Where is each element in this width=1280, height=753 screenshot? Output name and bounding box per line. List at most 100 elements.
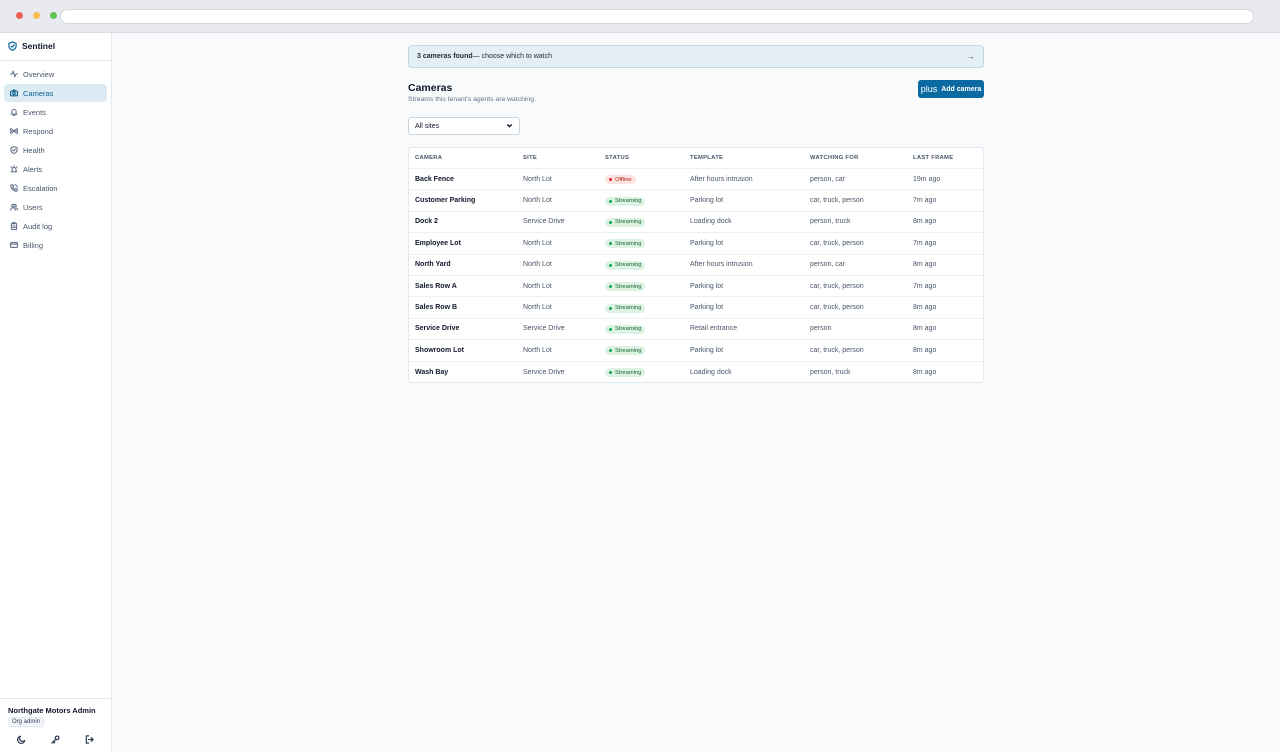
camera-template: Parking lot (690, 239, 724, 247)
camera-watching-for: car, truck, person (810, 346, 864, 354)
status-badge: Streaming (605, 239, 646, 249)
address-bar[interactable] (60, 9, 1254, 24)
table-row[interactable]: Showroom Lot North Lot Streaming Parking lo… (409, 340, 983, 362)
sidebar-item-health[interactable]: Health (4, 141, 107, 159)
camera-site: North Lot (523, 282, 552, 290)
table-row[interactable]: Wash Bay Service Drive Streaming Loading do… (409, 362, 983, 382)
camera-name[interactable]: Sales Row B (415, 304, 457, 311)
camera-site: North Lot (523, 239, 552, 247)
table-row[interactable]: Customer Parking North Lot Streaming Parkin… (409, 190, 983, 212)
moon-icon (17, 735, 26, 744)
camera-watching-for: person, truck (810, 368, 851, 376)
status-badge: Streaming (605, 368, 646, 378)
site-filter-select[interactable]: All sites (408, 117, 520, 135)
camera-last-frame: 8m ago (913, 304, 937, 312)
sidebar-item-events[interactable]: Events (4, 103, 107, 121)
window-maximize-button[interactable] (50, 12, 57, 19)
sidebar-item-respond[interactable]: Respond (4, 122, 107, 140)
column-header-site[interactable]: Site (523, 155, 537, 161)
camera-name[interactable]: Employee Lot (415, 240, 461, 247)
table-row[interactable]: Sales Row B North Lot Streaming Parking lot… (409, 297, 983, 319)
sidebar-item-cameras[interactable]: Cameras (4, 84, 107, 102)
camera-template: Loading dock (690, 368, 732, 376)
camera-template: After hours intrusion (690, 175, 753, 183)
status-label: Streaming (615, 347, 642, 354)
brand[interactable]: Sentinel (8, 41, 55, 51)
camera-name[interactable]: Wash Bay (415, 369, 448, 376)
camera-site: Service Drive (523, 368, 565, 376)
camera-last-frame: 8m ago (913, 368, 937, 376)
status-badge: Streaming (605, 260, 646, 270)
page-subtitle: Streams this tenant's agents are watchin… (408, 96, 536, 103)
discovery-banner[interactable]: 3 cameras found — choose which to watch … (408, 45, 984, 68)
sidebar-item-users[interactable]: Users (4, 198, 107, 216)
sidebar-item-audit-log[interactable]: Audit log (4, 217, 107, 235)
table-row[interactable]: Employee Lot North Lot Streaming Parking lo… (409, 233, 983, 255)
logout-button[interactable] (85, 735, 94, 744)
add-camera-button[interactable]: plus Add camera (918, 80, 984, 98)
users-icon (10, 203, 18, 211)
column-header-last-frame[interactable]: Last frame (913, 155, 953, 161)
camera-name[interactable]: North Yard (415, 261, 451, 268)
divider (0, 698, 111, 699)
status-badge: Streaming (605, 324, 646, 334)
camera-site: North Lot (523, 175, 552, 183)
sidebar-item-alerts[interactable]: Alerts (4, 160, 107, 178)
camera-watching-for: car, truck, person (810, 304, 864, 312)
bell-icon (10, 108, 18, 116)
siren-icon (10, 165, 18, 173)
api-keys-button[interactable] (51, 735, 60, 744)
camera-template: Parking lot (690, 282, 724, 290)
status-dot-icon (609, 263, 612, 267)
camera-name[interactable]: Showroom Lot (415, 347, 464, 354)
camera-watching-for: person, car (810, 261, 846, 269)
divider (0, 60, 111, 61)
page-title: Cameras (408, 82, 453, 94)
table-row[interactable]: Back Fence North Lot Offline After hours in… (409, 169, 983, 191)
column-header-template[interactable]: Template (690, 155, 723, 161)
user-name: Northgate Motors Admin (8, 706, 96, 715)
camera-name[interactable]: Back Fence (415, 176, 454, 183)
camera-name[interactable]: Service Drive (415, 325, 459, 332)
camera-name[interactable]: Sales Row A (415, 283, 457, 290)
camera-watching-for: person, car (810, 175, 846, 183)
sidebar-item-label: Users (23, 202, 43, 212)
table-row[interactable]: North Yard North Lot Streaming After hours … (409, 255, 983, 276)
status-badge: Streaming (605, 217, 646, 227)
camera-template: Loading dock (690, 218, 732, 226)
sidebar-item-overview[interactable]: Overview (4, 65, 107, 83)
status-label: Offline (615, 176, 632, 183)
plus-icon: plus (920, 83, 938, 94)
camera-last-frame: 7m ago (913, 282, 937, 290)
window-close-button[interactable] (16, 12, 23, 19)
status-dot-icon (609, 178, 612, 182)
camera-template: Retail entrance (690, 325, 738, 333)
arrow-right-icon[interactable]: → (967, 52, 975, 61)
camera-template: Parking lot (690, 304, 724, 312)
window-minimize-button[interactable] (33, 12, 40, 19)
status-label: Streaming (615, 219, 642, 226)
table-row[interactable]: Service Drive Service Drive Streaming Retai… (409, 319, 983, 341)
column-header-camera[interactable]: Camera (415, 155, 442, 161)
status-dot-icon (609, 285, 612, 289)
camera-last-frame: 8m ago (913, 346, 937, 354)
table-row[interactable]: Dock 2 Service Drive Streaming Loading dock… (409, 212, 983, 234)
status-badge: Streaming (605, 196, 646, 206)
activity-icon (10, 70, 18, 78)
camera-last-frame: 7m ago (913, 239, 937, 247)
column-header-watching-for[interactable]: Watching for (810, 155, 859, 161)
camera-site: North Lot (523, 304, 552, 312)
theme-toggle-button[interactable] (17, 735, 26, 744)
column-header-status[interactable]: Status (605, 155, 629, 161)
table-row[interactable]: Sales Row A North Lot Streaming Parking lot… (409, 276, 983, 298)
sidebar-item-billing[interactable]: Billing (4, 236, 107, 254)
camera-watching-for: person (810, 325, 832, 333)
phone-icon (10, 184, 18, 192)
camera-name[interactable]: Dock 2 (415, 218, 438, 225)
banner-count: 3 cameras found (417, 53, 473, 60)
sidebar-item-escalation[interactable]: Escalation (4, 179, 107, 197)
camera-name[interactable]: Customer Parking (415, 197, 475, 204)
sidebar: Sentinel Overview Cameras Events Respond… (0, 33, 112, 753)
status-label: Streaming (615, 198, 642, 205)
add-camera-label: Add camera (941, 85, 982, 93)
